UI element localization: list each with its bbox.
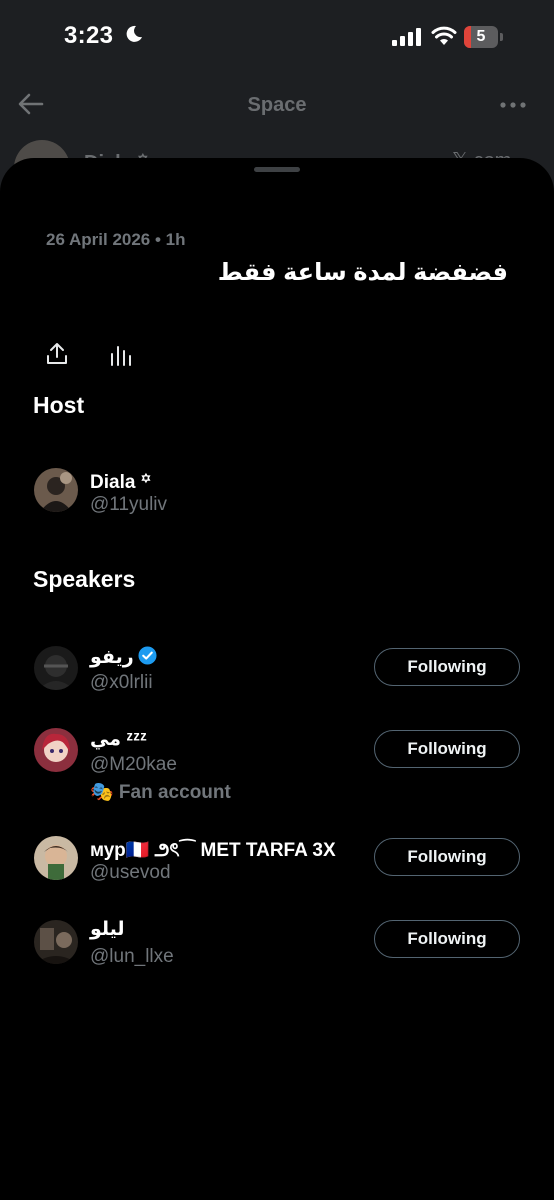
speaker-name: مي ᶻᶻᶻ xyxy=(90,729,147,750)
avatar[interactable] xyxy=(34,646,78,690)
following-button[interactable]: Following xyxy=(374,838,520,876)
speaker-handle: @x0lrlii xyxy=(90,672,153,693)
verified-badge-icon xyxy=(138,646,157,665)
signal-icon xyxy=(392,28,421,46)
avatar[interactable] xyxy=(34,836,78,880)
space-title: فضفضة لمدة ساعة فقط xyxy=(217,259,508,286)
avatar[interactable] xyxy=(34,728,78,772)
following-button[interactable]: Following xyxy=(374,920,520,958)
space-details-sheet: 26 April 2026 • 1h فضفضة لمدة ساعة فقط H… xyxy=(0,158,554,1200)
background-space-header: Space Diala ꙳ 𝕏 com xyxy=(0,76,554,196)
speaker-handle: @usevod xyxy=(90,862,171,883)
avatar[interactable] xyxy=(34,468,78,512)
speaker-handle: @lun_llxe xyxy=(90,946,174,967)
wifi-icon xyxy=(431,26,457,45)
host-name: Diala ꙳ xyxy=(90,472,152,493)
sheet-grabber[interactable] xyxy=(254,167,300,172)
space-date: 26 April 2026 • 1h xyxy=(46,230,186,249)
host-handle: @11yuliv xyxy=(90,494,168,515)
battery-level: 5 xyxy=(476,28,486,45)
speaker-handle: @M20kae xyxy=(90,754,177,775)
share-icon[interactable] xyxy=(46,342,68,366)
background-title: Space xyxy=(247,94,307,116)
fan-account-label: 🎭 Fan account xyxy=(90,782,231,803)
more-icon[interactable] xyxy=(500,102,526,108)
speaker-name: ريفو xyxy=(90,646,157,669)
status-bar: 3:23 5 xyxy=(0,0,554,76)
moon-icon xyxy=(126,25,142,42)
battery-icon: 5 xyxy=(464,26,504,48)
status-time: 3:23 xyxy=(64,22,114,49)
speakers-heading: Speakers xyxy=(33,566,136,592)
following-button[interactable]: Following xyxy=(374,730,520,768)
speaker-name: ليلو xyxy=(90,919,125,940)
host-heading: Host xyxy=(33,392,85,418)
avatar[interactable] xyxy=(34,920,78,964)
stats-icon[interactable] xyxy=(110,344,132,366)
following-button[interactable]: Following xyxy=(374,648,520,686)
